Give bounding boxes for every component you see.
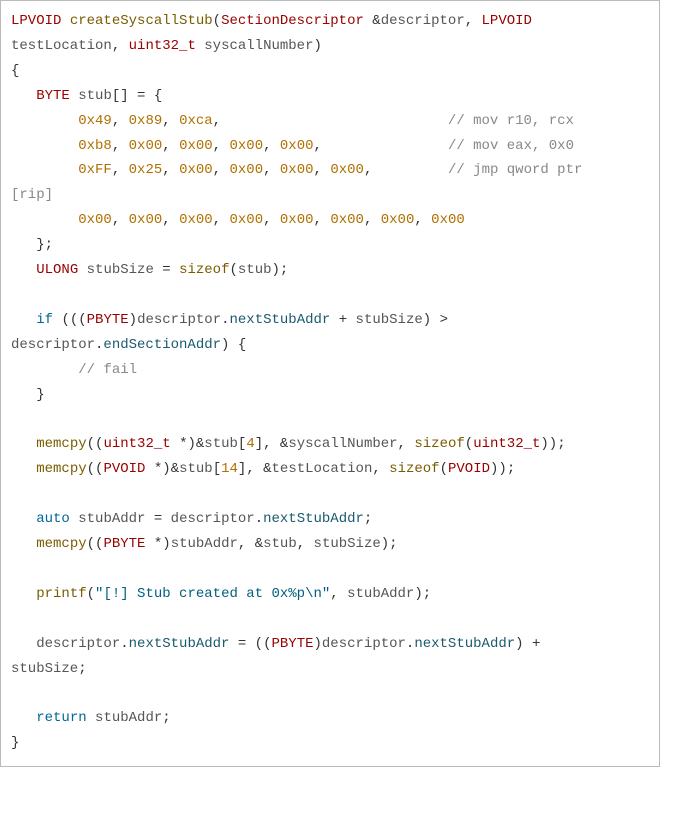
func-name: createSyscallStub [70,13,213,29]
code-block: LPVOID createSyscallStub(SectionDescript… [0,0,660,767]
ret-type: LPVOID [11,13,61,29]
